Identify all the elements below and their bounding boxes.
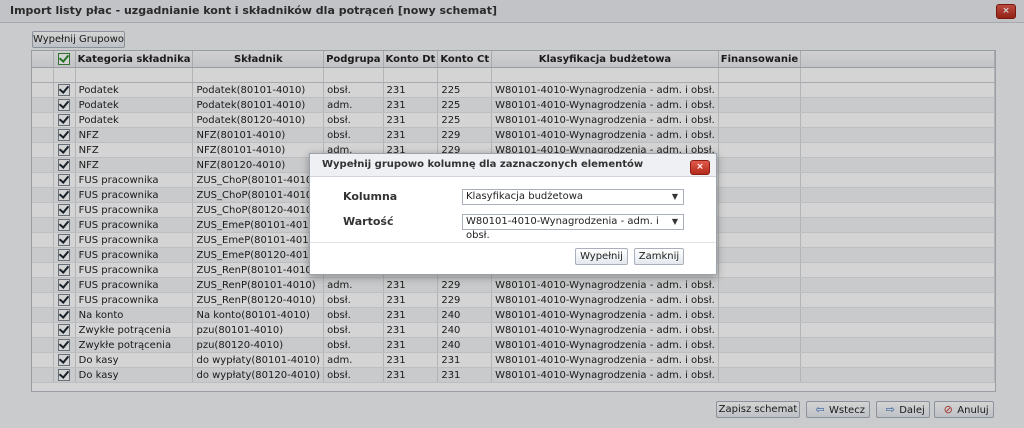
column-select-value: Klasyfikacja budżetowa [466, 191, 583, 202]
column-label: Kolumna [343, 190, 398, 203]
value-select[interactable]: W80101-4010-Wynagrodzenia - adm. i obsł.… [462, 214, 684, 241]
dialog-separator [310, 242, 716, 243]
value-select-value: W80101-4010-Wynagrodzenia - adm. i obsł. [466, 216, 659, 241]
value-label: Wartość [343, 215, 394, 228]
dialog-close-text-button[interactable]: Zamknij [634, 248, 684, 265]
chevron-down-icon: ▼ [671, 217, 678, 226]
chevron-down-icon: ▼ [671, 192, 678, 201]
dialog-fill-button[interactable]: Wypełnij [575, 248, 628, 265]
close-icon: × [696, 162, 704, 172]
column-select[interactable]: Klasyfikacja budżetowa ▼ [462, 189, 684, 205]
dialog-title-bar: Wypełnij grupowo kolumnę dla zaznaczonyc… [310, 154, 716, 177]
dialog-close-button[interactable]: × [690, 160, 710, 175]
fill-group-dialog: Wypełnij grupowo kolumnę dla zaznaczonyc… [309, 153, 717, 275]
dialog-title: Wypełnij grupowo kolumnę dla zaznaczonyc… [322, 159, 644, 170]
